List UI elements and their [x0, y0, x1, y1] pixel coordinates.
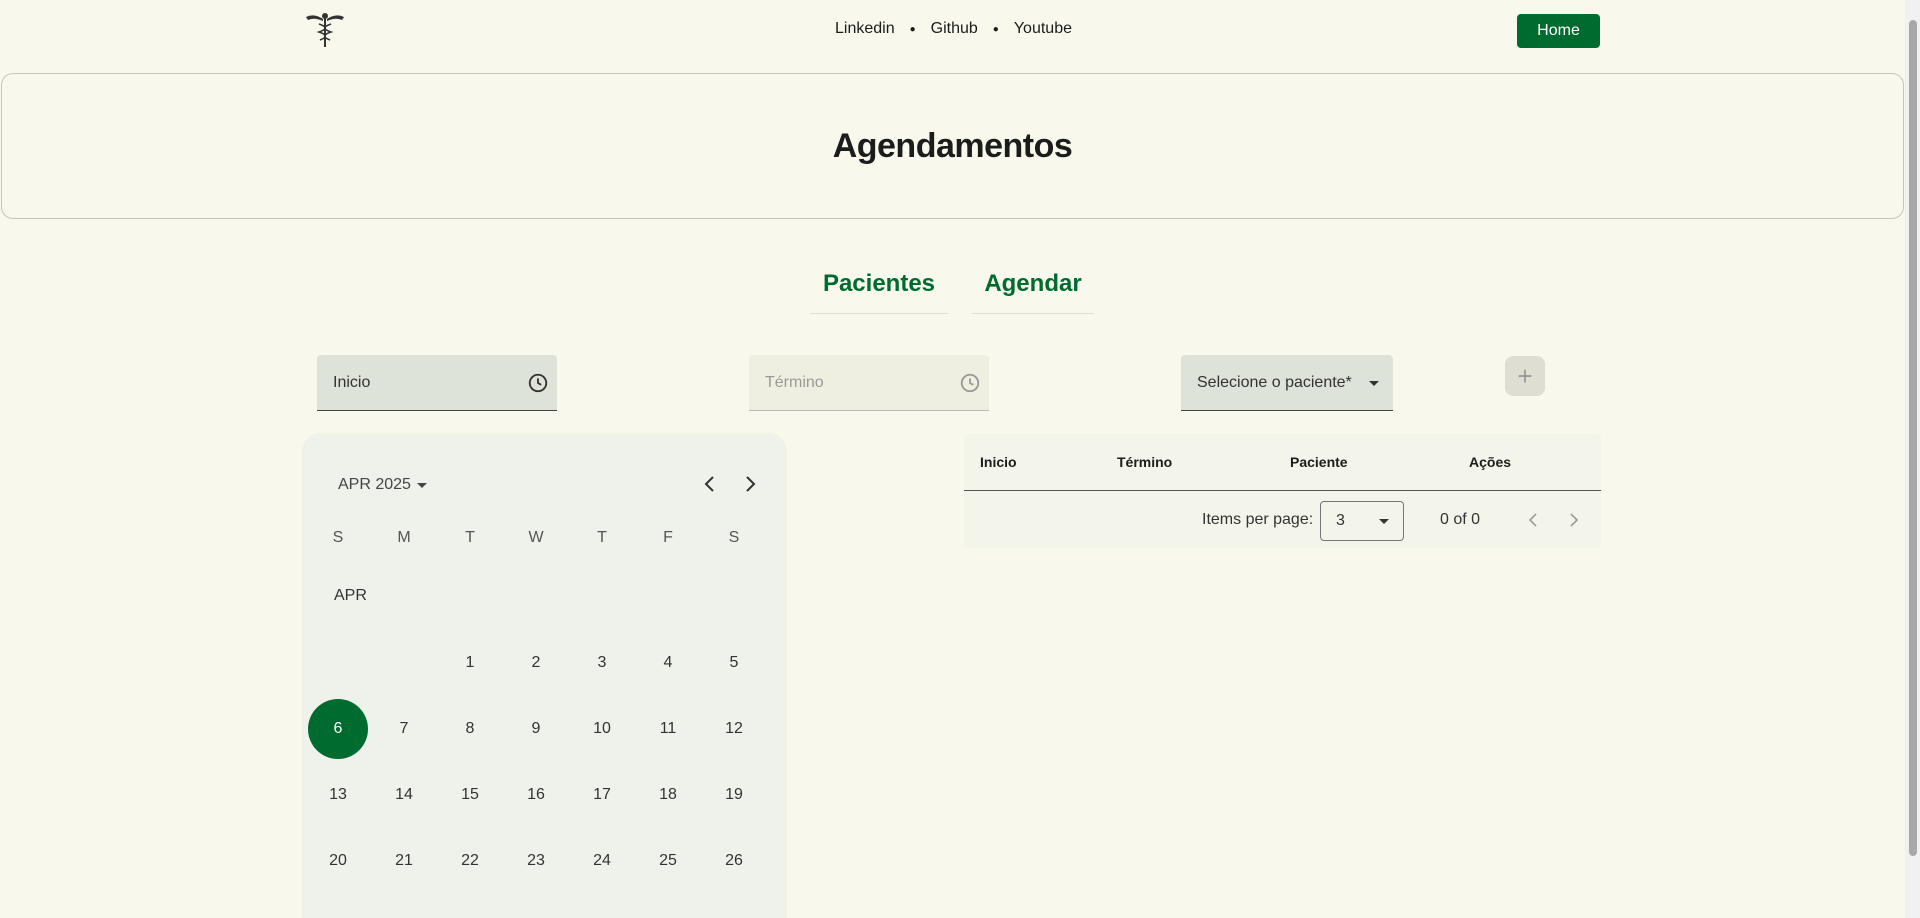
- nav-link-youtube[interactable]: Youtube: [1014, 20, 1072, 38]
- items-per-page-label: Items per page:: [1202, 511, 1314, 528]
- calendar-day[interactable]: 12: [704, 699, 764, 759]
- calendar-day[interactable]: 10: [572, 699, 632, 759]
- calendar-day[interactable]: 18: [638, 765, 698, 825]
- calendar-weekday-label: T: [465, 529, 475, 546]
- column-header-paciente[interactable]: Paciente: [1290, 454, 1348, 470]
- paciente-select-placeholder: Selecione o paciente*: [1197, 373, 1352, 391]
- calendar-month-short-label: APR: [334, 587, 367, 604]
- calendar-day[interactable]: 25: [638, 831, 698, 891]
- chevron-down-icon: [1369, 381, 1379, 386]
- tab-agendar[interactable]: Agendar: [972, 270, 1094, 314]
- home-button[interactable]: Home: [1517, 14, 1600, 48]
- calendar-day[interactable]: 7: [374, 699, 434, 759]
- calendar-day[interactable]: 14: [374, 765, 434, 825]
- calendar-day[interactable]: 22: [440, 831, 500, 891]
- caret-down-icon: [416, 482, 427, 488]
- paginator: Items per page: 3 0 of 0: [964, 491, 1601, 548]
- column-header-termino[interactable]: Término: [1117, 454, 1172, 470]
- plus-icon: +: [1517, 361, 1533, 391]
- calendar: APR 2025 S M T W T F S APR 1 2 3 4 5 6 7 8 9 10 11 12 13 14 15…: [304, 434, 785, 918]
- inicio-time-field[interactable]: Inicio: [317, 355, 557, 411]
- clock-icon[interactable]: [527, 372, 549, 394]
- calendar-weekday-label: T: [597, 529, 607, 546]
- calendar-weekday-label: F: [663, 529, 673, 546]
- chevron-left-icon[interactable]: [698, 472, 722, 496]
- calendar-weekday-label: S: [332, 529, 344, 546]
- calendar-weekday-label: W: [528, 529, 544, 546]
- appointments-table: Inicio Término Paciente Ações Items per …: [964, 434, 1601, 548]
- table-header: Inicio Término Paciente Ações: [964, 434, 1601, 491]
- scrollbar[interactable]: [1905, 0, 1920, 918]
- social-nav: Linkedin ● Github ● Youtube: [835, 20, 1072, 38]
- calendar-day[interactable]: 19: [704, 765, 764, 825]
- nav-separator: ●: [992, 23, 999, 35]
- calendar-day[interactable]: 23: [506, 831, 566, 891]
- nav-separator: ●: [909, 23, 916, 35]
- add-appointment-button[interactable]: +: [1505, 356, 1545, 396]
- tab-pacientes[interactable]: Pacientes: [810, 270, 948, 314]
- termino-field-label: Término: [765, 373, 824, 391]
- chevron-left-icon[interactable]: [1521, 508, 1545, 532]
- calendar-day[interactable]: 15: [440, 765, 500, 825]
- calendar-day[interactable]: 8: [440, 699, 500, 759]
- calendar-month-label: APR 2025: [338, 476, 411, 493]
- calendar-day-selected[interactable]: 6: [308, 699, 368, 759]
- chevron-right-icon[interactable]: [738, 472, 762, 496]
- calendar-weekday-label: S: [728, 529, 740, 546]
- termino-time-field[interactable]: Término: [749, 355, 989, 411]
- calendar-day[interactable]: 21: [374, 831, 434, 891]
- inicio-field-label: Inicio: [333, 373, 371, 391]
- title-card: Agendamentos: [1, 73, 1904, 219]
- caduceus-icon[interactable]: [304, 9, 346, 49]
- items-per-page-value: 3: [1336, 512, 1345, 529]
- calendar-day[interactable]: 2: [506, 633, 566, 693]
- calendar-day[interactable]: 13: [308, 765, 368, 825]
- calendar-day[interactable]: 11: [638, 699, 698, 759]
- calendar-day[interactable]: 9: [506, 699, 566, 759]
- calendar-day[interactable]: 1: [440, 633, 500, 693]
- calendar-month-select[interactable]: APR 2025: [338, 476, 427, 494]
- calendar-day[interactable]: 26: [704, 831, 764, 891]
- paciente-select[interactable]: Selecione o paciente*: [1181, 355, 1393, 411]
- calendar-day[interactable]: 20: [308, 831, 368, 891]
- top-navbar: Linkedin ● Github ● Youtube Home: [0, 0, 1905, 60]
- calendar-day[interactable]: 16: [506, 765, 566, 825]
- chevron-down-icon: [1379, 519, 1389, 524]
- nav-link-linkedin[interactable]: Linkedin: [835, 20, 895, 38]
- calendar-day[interactable]: 24: [572, 831, 632, 891]
- clock-icon[interactable]: [959, 372, 981, 394]
- calendar-day[interactable]: 5: [704, 633, 764, 693]
- calendar-day[interactable]: 4: [638, 633, 698, 693]
- calendar-weekday-label: M: [397, 529, 411, 546]
- column-header-inicio[interactable]: Inicio: [980, 454, 1017, 470]
- chevron-right-icon[interactable]: [1562, 508, 1586, 532]
- column-header-acoes[interactable]: Ações: [1469, 454, 1511, 470]
- nav-link-github[interactable]: Github: [931, 20, 978, 38]
- paginator-range: 0 of 0: [1440, 511, 1481, 528]
- calendar-day[interactable]: 17: [572, 765, 632, 825]
- items-per-page-select[interactable]: 3: [1320, 501, 1404, 541]
- scrollbar-thumb[interactable]: [1909, 20, 1917, 856]
- page-title: Agendamentos: [832, 126, 1073, 165]
- calendar-day[interactable]: 3: [572, 633, 632, 693]
